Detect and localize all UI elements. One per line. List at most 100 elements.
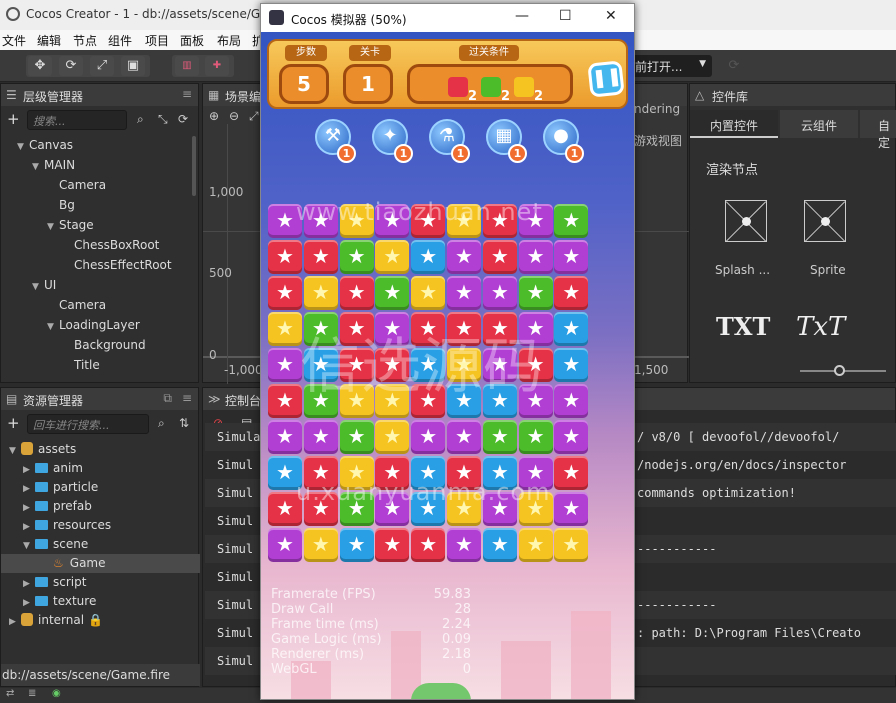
hierarchy-node[interactable]: Bg (47, 198, 75, 212)
green-star-cube[interactable]: ★ (375, 276, 410, 310)
asset-folder[interactable]: ▶ anim (23, 461, 83, 475)
purple-star-cube[interactable]: ★ (554, 420, 589, 454)
expand-arrow-icon[interactable]: ▶ (23, 522, 35, 532)
purple-star-cube[interactable]: ★ (482, 276, 517, 310)
purple-star-cube[interactable]: ★ (303, 420, 338, 454)
hierarchy-search-input[interactable]: 搜索... (27, 110, 127, 130)
asset-folder[interactable]: ▶ resources (23, 518, 111, 532)
scale-tool-icon[interactable]: ⤢ (90, 56, 114, 76)
zoom-fit-icon[interactable]: ⤢ (249, 109, 259, 124)
green-star-cube[interactable]: ★ (518, 420, 553, 454)
red-star-cube[interactable]: ★ (339, 276, 374, 310)
move-tool-icon[interactable]: ✥ (28, 56, 52, 76)
red-star-cube[interactable]: ★ (268, 384, 302, 418)
green-star-cube[interactable]: ★ (518, 276, 553, 310)
hierarchy-node[interactable]: ChessBoxRoot (62, 238, 159, 252)
purple-star-cube[interactable]: ★ (447, 276, 481, 310)
menu-component[interactable]: 组件 (108, 32, 132, 49)
add-node-icon[interactable]: + (7, 110, 20, 128)
blue-star-cube[interactable]: ★ (411, 240, 446, 274)
red-star-cube[interactable]: ★ (554, 276, 589, 310)
red-star-cube[interactable]: ★ (482, 240, 517, 274)
open-dropdown[interactable]: 前打开... ▼ (632, 55, 712, 77)
database-icon[interactable]: ≣ (28, 688, 36, 699)
eye-icon[interactable]: ◉ (52, 688, 61, 699)
yellow-star-cube[interactable]: ★ (303, 276, 338, 310)
asset-internal[interactable]: ▶ internal 🔒 (9, 613, 103, 627)
red-star-cube[interactable]: ★ (411, 528, 446, 562)
label-widget-icon[interactable]: TXT (716, 312, 770, 341)
panel-undock-icon[interactable]: ⧉ (163, 391, 172, 406)
hierarchy-node[interactable]: ▼ Canvas (17, 138, 73, 152)
hierarchy-node[interactable]: Camera (47, 298, 106, 312)
asset-folder[interactable]: ▶ script (23, 575, 86, 589)
hierarchy-node[interactable]: Camera (47, 178, 106, 192)
red-star-cube[interactable]: ★ (303, 240, 338, 274)
green-star-cube[interactable]: ★ (339, 240, 374, 274)
richtext-widget-icon[interactable]: TxT (796, 312, 845, 342)
sort-icon[interactable]: ⇅ (179, 416, 189, 430)
expand-arrow-icon[interactable]: ▶ (23, 503, 35, 513)
expand-arrow-icon[interactable]: ▼ (32, 282, 44, 292)
add-asset-icon[interactable]: + (7, 414, 20, 432)
menu-project[interactable]: 项目 (145, 32, 169, 49)
pivot-icon[interactable]: ▥ (175, 56, 199, 76)
search-icon[interactable]: ⌕ (137, 112, 144, 127)
search-icon[interactable]: ⌕ (158, 416, 165, 431)
asset-folder[interactable]: ▶ texture (23, 594, 96, 608)
menu-panel[interactable]: 面板 (180, 32, 204, 49)
red-star-cube[interactable]: ★ (554, 456, 589, 490)
assets-search-input[interactable]: 回车进行搜索... (27, 414, 149, 434)
rotate-tool-icon[interactable]: ⟳ (59, 56, 83, 76)
expand-arrow-icon[interactable]: ▶ (23, 484, 35, 494)
sprite-widget-icon[interactable] (804, 200, 846, 242)
red-star-cube[interactable]: ★ (268, 240, 302, 274)
maximize-icon[interactable]: ☐ (559, 8, 572, 24)
hierarchy-node[interactable]: ▼ LoadingLayer (47, 318, 140, 332)
expand-arrow-icon[interactable]: ▼ (47, 222, 59, 232)
blue-star-cube[interactable]: ★ (554, 348, 589, 382)
refresh-icon[interactable]: ⟳ (178, 112, 188, 126)
yellow-star-cube[interactable]: ★ (554, 528, 589, 562)
yellow-star-cube[interactable]: ★ (268, 312, 302, 346)
blue-star-cube[interactable]: ★ (482, 528, 517, 562)
asset-item-selected[interactable]: ♨ Game (1, 554, 200, 573)
yellow-star-cube[interactable]: ★ (411, 276, 446, 310)
expand-arrow-icon[interactable]: ▼ (32, 162, 44, 172)
panel-menu-icon[interactable]: ≡ (182, 391, 192, 405)
yellow-star-cube[interactable]: ★ (303, 528, 338, 562)
tab-builtin[interactable]: 内置控件 (690, 110, 778, 138)
green-star-cube[interactable]: ★ (554, 204, 589, 238)
purple-star-cube[interactable]: ★ (554, 240, 589, 274)
pause-button[interactable]: ❚❚ (587, 60, 625, 98)
purple-star-cube[interactable]: ★ (554, 384, 589, 418)
expand-arrow-icon[interactable]: ▶ (23, 598, 35, 608)
hierarchy-node[interactable]: ▼ MAIN (32, 158, 75, 172)
hierarchy-scrollbar[interactable] (192, 136, 196, 196)
icon-size-slider-handle[interactable] (834, 365, 845, 376)
yellow-star-cube[interactable]: ★ (375, 420, 410, 454)
asset-folder[interactable]: ▶ particle (23, 480, 98, 494)
purple-star-cube[interactable]: ★ (268, 420, 302, 454)
zoom-out-icon[interactable]: ⊖ (229, 109, 239, 123)
asset-folder[interactable]: ▶ prefab (23, 499, 92, 513)
purple-star-cube[interactable]: ★ (447, 528, 481, 562)
yellow-star-cube[interactable]: ★ (518, 528, 553, 562)
expand-arrow-icon[interactable]: ▼ (9, 446, 21, 456)
purple-star-cube[interactable]: ★ (268, 348, 302, 382)
refresh-icon[interactable]: ⟳ (722, 56, 746, 76)
blue-star-cube[interactable]: ★ (339, 528, 374, 562)
menu-layout[interactable]: 布局 (217, 32, 241, 49)
green-star-cube[interactable]: ★ (339, 420, 374, 454)
asset-root[interactable]: ▼ assets (9, 442, 76, 456)
red-star-cube[interactable]: ★ (268, 276, 302, 310)
menu-node[interactable]: 节点 (73, 32, 97, 49)
purple-star-cube[interactable]: ★ (518, 240, 553, 274)
expand-arrow-icon[interactable]: ▼ (17, 142, 29, 152)
yellow-star-cube[interactable]: ★ (375, 240, 410, 274)
purple-star-cube[interactable]: ★ (268, 528, 302, 562)
locate-icon[interactable]: ⤡ (158, 112, 168, 127)
purple-star-cube[interactable]: ★ (554, 492, 589, 526)
minimize-icon[interactable]: — (515, 8, 529, 24)
red-star-cube[interactable]: ★ (375, 528, 410, 562)
